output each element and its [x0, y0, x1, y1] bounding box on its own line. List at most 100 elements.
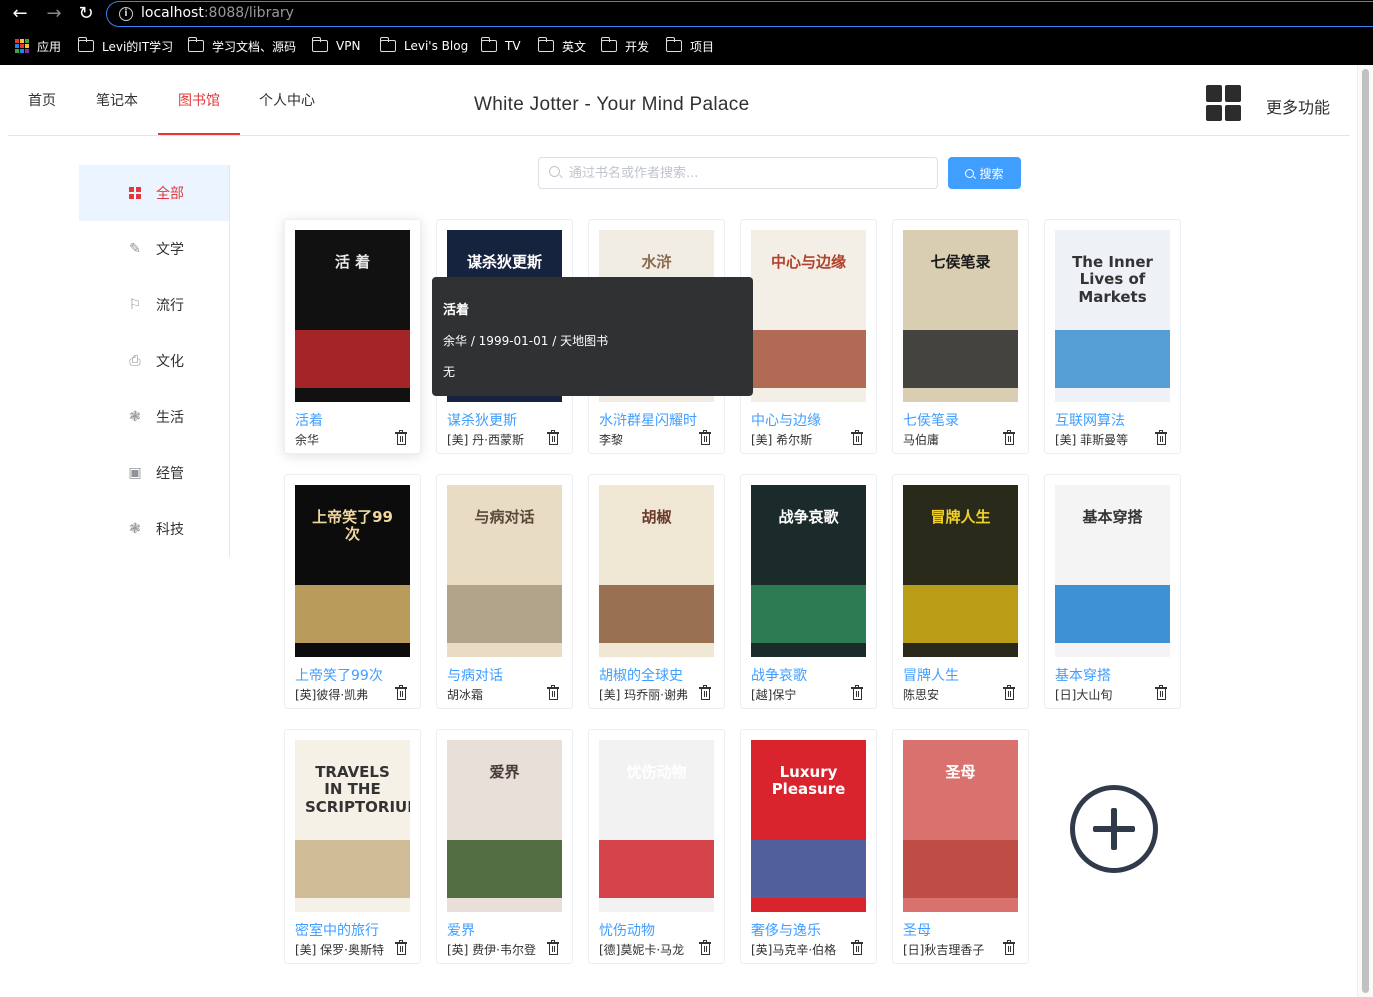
nav-tab[interactable]: 笔记本	[76, 65, 158, 135]
book-card[interactable]: 中心与边缘 中心与边缘 [美] 希尔斯	[740, 219, 877, 454]
more-features-link[interactable]: 更多功能	[1266, 94, 1330, 118]
book-card[interactable]: 爱界 爱界 [英] 费伊·韦尔登	[436, 729, 573, 964]
book-title[interactable]: 水浒群星闪耀时	[599, 410, 697, 430]
book-title[interactable]: 谋杀狄更斯	[447, 410, 517, 430]
book-title[interactable]: 基本穿搭	[1055, 665, 1111, 685]
book-cover[interactable]: TRAVELS IN THE SCRIPTORIUM	[295, 740, 410, 912]
book-card[interactable]: 胡椒 胡椒的全球史 [美] 玛乔丽·谢弗	[588, 474, 725, 709]
book-title[interactable]: 奢侈与逸乐	[751, 920, 821, 940]
add-book-button[interactable]	[1070, 785, 1158, 873]
sidebar-item[interactable]: ❃ 生活	[79, 389, 229, 445]
delete-icon[interactable]	[547, 685, 559, 700]
delete-icon[interactable]	[547, 430, 559, 445]
sidebar-item[interactable]: ⚐ 流行	[79, 277, 229, 333]
book-card[interactable]: 圣母 圣母 [日]秋吉理香子	[892, 729, 1029, 964]
bookmark-item[interactable]: Levi's Blog	[379, 36, 468, 56]
delete-icon[interactable]	[395, 430, 407, 445]
bookmark-item[interactable]: Levi的IT学习	[77, 36, 173, 56]
book-cover[interactable]: 冒牌人生	[903, 485, 1018, 657]
book-cover[interactable]: 战争哀歌	[751, 485, 866, 657]
forward-arrow-icon[interactable]: →	[44, 4, 64, 24]
delete-icon[interactable]	[851, 940, 863, 955]
book-title[interactable]: 互联网算法	[1055, 410, 1125, 430]
delete-icon[interactable]	[1155, 685, 1167, 700]
search-icon	[549, 166, 560, 177]
picture-icon: ▣	[128, 465, 142, 481]
delete-icon[interactable]	[851, 685, 863, 700]
book-card[interactable]: Luxury Pleasure 奢侈与逸乐 [英]马克辛·伯格	[740, 729, 877, 964]
bookmark-item[interactable]: VPN	[311, 36, 360, 56]
book-card[interactable]: 上帝笑了99次 上帝笑了99次 [英]彼得·凯弗	[284, 474, 421, 709]
book-cover[interactable]: 与病对话	[447, 485, 562, 657]
delete-icon[interactable]	[1003, 430, 1015, 445]
book-title[interactable]: 中心与边缘	[751, 410, 821, 430]
nav-tab[interactable]: 个人中心	[244, 65, 330, 135]
bookmark-item[interactable]: 英文	[537, 36, 586, 56]
book-cover[interactable]: 中心与边缘	[751, 230, 866, 402]
delete-icon[interactable]	[395, 940, 407, 955]
book-cover[interactable]: Luxury Pleasure	[751, 740, 866, 912]
back-arrow-icon[interactable]: ←	[10, 4, 30, 24]
info-icon[interactable]: i	[119, 7, 133, 21]
sidebar-item[interactable]: ✎ 文学	[79, 221, 229, 277]
sidebar-item[interactable]: ▣ 经管	[79, 445, 229, 501]
book-card[interactable]: 七侯笔录 七侯笔录 马伯庸	[892, 219, 1029, 454]
book-title[interactable]: 胡椒的全球史	[599, 665, 683, 685]
delete-icon[interactable]	[699, 685, 711, 700]
bookmark-item[interactable]: TV	[480, 36, 521, 56]
book-card[interactable]: 忧伤动物 忧伤动物 [德]莫妮卡·马龙	[588, 729, 725, 964]
book-title[interactable]: 与病对话	[447, 665, 503, 685]
scrollbar-thumb[interactable]	[1362, 69, 1369, 993]
bookmark-item[interactable]: 项目	[665, 36, 714, 56]
book-cover[interactable]: 活 着	[295, 230, 410, 402]
menu-grid-icon[interactable]	[1206, 85, 1242, 121]
search-field[interactable]	[538, 157, 938, 189]
book-title[interactable]: 圣母	[903, 920, 931, 940]
book-card[interactable]: 战争哀歌 战争哀歌 [越]保宁	[740, 474, 877, 709]
book-cover[interactable]: 七侯笔录	[903, 230, 1018, 402]
book-card[interactable]: 与病对话 与病对话 胡冰霜	[436, 474, 573, 709]
book-title[interactable]: 冒牌人生	[903, 665, 959, 685]
book-title[interactable]: 战争哀歌	[751, 665, 807, 685]
delete-icon[interactable]	[1003, 940, 1015, 955]
sidebar-item[interactable]: 全部	[79, 165, 229, 221]
book-cover[interactable]: 胡椒	[599, 485, 714, 657]
book-card[interactable]: 基本穿搭 基本穿搭 [日]大山旬	[1044, 474, 1181, 709]
delete-icon[interactable]	[1003, 685, 1015, 700]
delete-icon[interactable]	[547, 940, 559, 955]
book-title[interactable]: 上帝笑了99次	[295, 665, 383, 685]
book-cover[interactable]: 忧伤动物	[599, 740, 714, 912]
address-bar[interactable]: i localhost:8088/library	[106, 1, 1373, 27]
delete-icon[interactable]	[851, 430, 863, 445]
sidebar-item[interactable]: ❃ 科技	[79, 501, 229, 557]
bookmark-label: 学习文档、源码	[212, 39, 297, 54]
search-input[interactable]	[569, 158, 929, 188]
book-card[interactable]: 冒牌人生 冒牌人生 陈思安	[892, 474, 1029, 709]
book-cover[interactable]: 基本穿搭	[1055, 485, 1170, 657]
book-cover[interactable]: 爱界	[447, 740, 562, 912]
book-title[interactable]: 爱界	[447, 920, 475, 940]
book-cover[interactable]: The Inner Lives of Markets	[1055, 230, 1170, 402]
book-title[interactable]: 活着	[295, 410, 323, 430]
bookmark-item[interactable]: 应用	[15, 36, 61, 56]
delete-icon[interactable]	[699, 430, 711, 445]
delete-icon[interactable]	[395, 685, 407, 700]
book-card[interactable]: 活 着活着 余华	[284, 219, 421, 454]
book-card[interactable]: The Inner Lives of Markets 互联网算法 [美] 菲斯曼等	[1044, 219, 1181, 454]
scrollbar[interactable]	[1357, 65, 1373, 997]
nav-tab[interactable]: 首页	[8, 65, 76, 135]
book-cover[interactable]: 圣母	[903, 740, 1018, 912]
search-button[interactable]: 搜索	[948, 157, 1021, 189]
bookmark-item[interactable]: 学习文档、源码	[187, 36, 297, 56]
delete-icon[interactable]	[699, 940, 711, 955]
delete-icon[interactable]	[1155, 430, 1167, 445]
book-cover[interactable]: 上帝笑了99次	[295, 485, 410, 657]
book-title[interactable]: 忧伤动物	[599, 920, 655, 940]
nav-tab[interactable]: 图书馆	[158, 65, 240, 135]
book-card[interactable]: TRAVELS IN THE SCRIPTORIUM 密室中的旅行 [美] 保罗·奥…	[284, 729, 421, 964]
reload-icon[interactable]: ↻	[76, 4, 96, 24]
bookmark-item[interactable]: 开发	[600, 36, 649, 56]
book-title[interactable]: 密室中的旅行	[295, 920, 379, 940]
sidebar-item[interactable]: ⎙ 文化	[79, 333, 229, 389]
book-title[interactable]: 七侯笔录	[903, 410, 959, 430]
